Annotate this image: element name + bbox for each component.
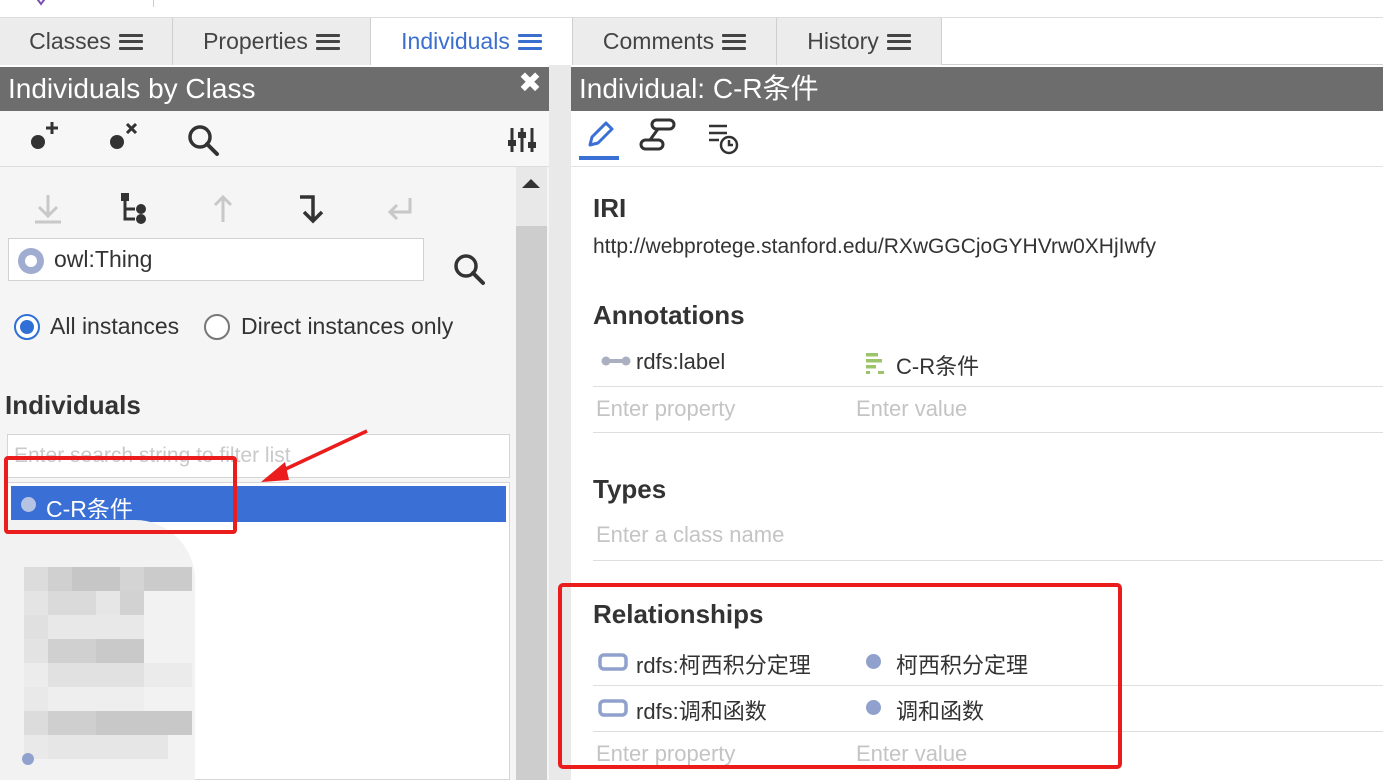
app-logo-icon [36,0,46,6]
right-toolbar [571,111,1383,167]
annotation-property-icon [601,356,631,366]
tab-label: Classes [29,28,111,54]
annotation-property[interactable]: rdfs:label [636,349,725,375]
tab-classes[interactable]: Classes [0,18,173,65]
tab-comments[interactable]: Comments [573,18,777,65]
annotation-value-input[interactable]: Enter value [856,396,967,422]
left-toolbar [0,111,549,167]
tab-history[interactable]: History [777,18,942,65]
class-search-icon[interactable] [452,252,488,288]
direct-instances-radio[interactable] [204,314,230,340]
move-down-icon[interactable] [32,192,64,226]
app-top-bar [0,0,1383,18]
tab-properties[interactable]: Properties [173,18,371,65]
edit-pencil-icon[interactable] [582,117,618,153]
red-arrow-icon [261,429,368,482]
hamburger-menu-icon[interactable] [722,33,747,50]
delete-individual-icon[interactable] [107,118,143,154]
highlight-box [4,456,237,534]
go-down-icon[interactable] [296,192,330,226]
blurred-list-region [0,520,195,780]
tab-label: Properties [203,28,308,54]
go-back-icon[interactable] [384,192,418,226]
active-view-indicator [579,156,619,160]
direct-instances-label: Direct instances only [241,313,454,339]
individuals-heading: Individuals [5,390,141,420]
settings-sliders-icon[interactable] [506,124,538,156]
left-panel-title: Individuals by Class [0,67,549,111]
tab-label: Individuals [401,28,510,54]
all-instances-label: All instances [50,313,180,339]
graph-path-icon[interactable] [638,117,678,153]
highlight-box [558,583,1122,769]
row-divider [593,386,1383,387]
scroll-up-arrow-icon[interactable] [522,179,540,188]
hamburger-menu-icon[interactable] [517,33,542,50]
close-icon[interactable]: ✖ [516,69,544,97]
tab-label: History [807,28,879,54]
history-list-icon[interactable] [706,121,742,157]
row-divider [593,560,1383,561]
top-separator [153,0,154,7]
right-panel-title: Individual: C-R条件 [571,67,1383,111]
tab-label: Comments [602,28,715,54]
hierarchy-icon[interactable] [118,190,152,226]
annotations-heading: Annotations [593,300,745,330]
hamburger-menu-icon[interactable] [118,33,143,50]
iri-heading: IRI [593,193,627,223]
add-individual-icon[interactable] [28,118,64,154]
class-icon-center [25,255,37,267]
hamburger-menu-icon[interactable] [315,33,340,50]
literal-value-icon [866,353,884,374]
types-input[interactable]: Enter a class name [596,522,784,548]
annotation-property-input[interactable]: Enter property [596,396,735,422]
search-icon[interactable] [186,123,222,159]
hamburger-menu-icon[interactable] [886,33,911,50]
class-selector-value: owl:Thing [54,246,153,272]
all-instances-radio[interactable] [14,314,40,340]
iri-value[interactable]: http://webprotege.stanford.edu/RXwGGCjoG… [593,235,1156,259]
tab-individuals[interactable]: Individuals [371,18,573,65]
move-up-icon[interactable] [208,192,238,226]
scrollbar-thumb[interactable] [516,226,547,780]
types-heading: Types [593,474,667,504]
annotation-value[interactable]: C-R条件 [896,349,979,381]
row-divider [593,432,1383,433]
